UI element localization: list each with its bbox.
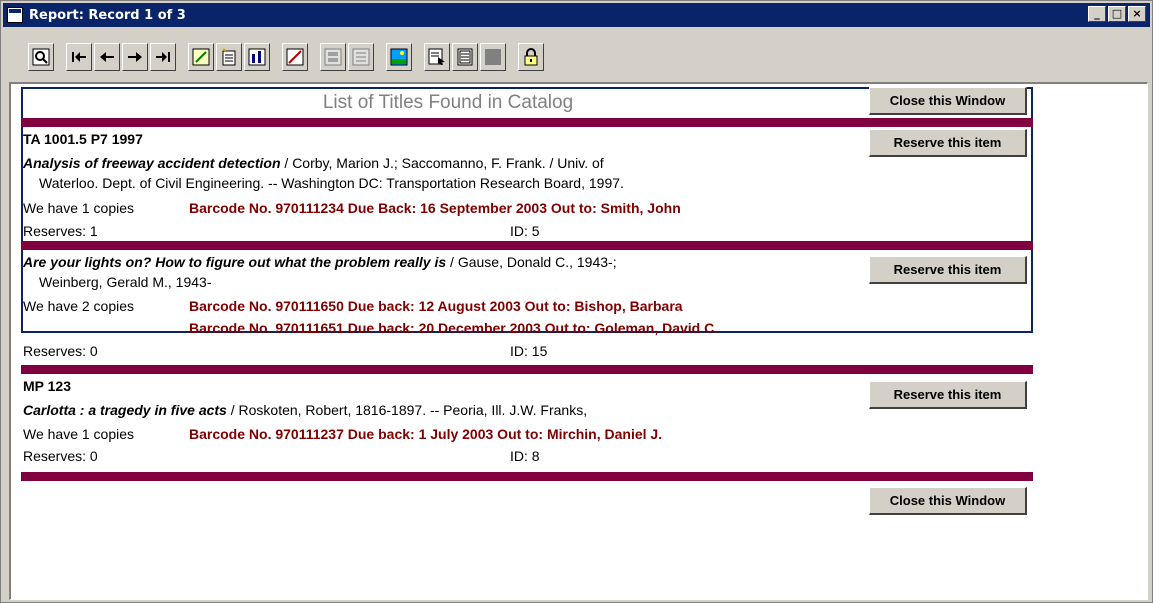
record-title: Analysis of freeway accident detection: [23, 155, 281, 171]
lock-button[interactable]: [518, 43, 544, 71]
delete-icon: [286, 48, 304, 66]
first-record-button[interactable]: [66, 43, 92, 71]
record-description-line2: Waterloo. Dept. of Civil Engineering. --…: [39, 175, 624, 191]
window-title: Report: Record 1 of 3: [29, 7, 186, 23]
new-record-button[interactable]: [216, 43, 242, 71]
maximize-button[interactable]: □: [1108, 6, 1126, 22]
list-view-button[interactable]: [452, 43, 478, 71]
report-window: Report: Record 1 of 3 _ □ × List of Titl…: [0, 0, 1153, 603]
record-id: ID: 15: [510, 343, 548, 359]
layout-view-icon: [352, 48, 370, 66]
copies-label: We have 1 copies: [23, 426, 135, 442]
barcode-line: Barcode No. 970111651 Due back: 20 Decem…: [189, 320, 719, 336]
call-number: MP 123: [23, 378, 71, 394]
title-bar[interactable]: Report: Record 1 of 3 _ □ ×: [3, 3, 1150, 27]
prev-record-button[interactable]: [94, 43, 120, 71]
record-author: / Roskoten, Robert, 1816-1897. -- Peoria…: [226, 402, 588, 418]
first-record-icon: [72, 52, 86, 62]
copies-label: We have 2 copies: [23, 298, 135, 314]
sort-icon: [248, 48, 266, 66]
blank-button[interactable]: [480, 43, 506, 71]
record-title: Are your lights on? How to figure out wh…: [23, 254, 447, 270]
close-this-window-button-bottom[interactable]: Close this Window: [869, 487, 1027, 515]
next-record-button[interactable]: [122, 43, 148, 71]
select-icon: [428, 48, 445, 65]
close-window-button[interactable]: ×: [1128, 6, 1146, 22]
record-separator: [21, 241, 1033, 250]
record-title: Carlotta : a tragedy in five acts: [23, 402, 227, 418]
zoom-button[interactable]: [28, 43, 54, 71]
barcode-line: Barcode No. 970111650 Due back: 12 Augus…: [189, 298, 683, 314]
edit-button[interactable]: [188, 43, 214, 71]
report-content: List of Titles Found in Catalog Close th…: [9, 82, 1148, 600]
copies-label: We have 1 copies: [23, 200, 135, 216]
layout-view-button[interactable]: [348, 43, 374, 71]
record-description-line1: Are your lights on? How to figure out wh…: [23, 254, 617, 270]
reserve-button-record-3[interactable]: Reserve this item: [869, 381, 1027, 409]
edit-icon: [192, 48, 210, 66]
record-id: ID: 8: [510, 448, 540, 464]
reserves-count: Reserves: 0: [23, 343, 98, 359]
record-author: / Corby, Marion J.; Saccomanno, F. Frank…: [280, 155, 604, 171]
page-title: List of Titles Found in Catalog: [322, 92, 574, 113]
record-separator: [21, 118, 1033, 127]
reserves-count: Reserves: 0: [23, 448, 98, 464]
last-record-button[interactable]: [150, 43, 176, 71]
lock-icon: [524, 48, 538, 66]
barcode-line: Barcode No. 970111234 Due Back: 16 Septe…: [189, 200, 681, 216]
delete-button[interactable]: [282, 43, 308, 71]
window-icon: [7, 7, 23, 23]
record-id: ID: 5: [510, 223, 540, 239]
image-button[interactable]: [386, 43, 412, 71]
close-this-window-button-top[interactable]: Close this Window: [869, 87, 1027, 115]
form-view-icon: [324, 48, 342, 66]
sort-button[interactable]: [244, 43, 270, 71]
reserve-button-record-1[interactable]: Reserve this item: [869, 129, 1027, 157]
record-separator: [21, 472, 1033, 481]
reserves-count: Reserves: 1: [23, 223, 98, 239]
new-icon: [222, 48, 236, 66]
form-view-button[interactable]: [320, 43, 346, 71]
barcode-line: Barcode No. 970111237 Due back: 1 July 2…: [189, 426, 663, 442]
last-record-icon: [156, 52, 170, 62]
next-record-icon: [128, 52, 142, 62]
list-view-icon: [457, 48, 473, 66]
image-icon: [390, 48, 408, 66]
select-button[interactable]: [424, 43, 450, 71]
prev-record-icon: [100, 52, 114, 62]
minimize-button[interactable]: _: [1088, 6, 1106, 22]
reserve-button-record-2[interactable]: Reserve this item: [869, 256, 1027, 284]
record-description-line1: Analysis of freeway accident detection /…: [23, 155, 604, 171]
toolbar: [28, 38, 556, 76]
record-description-line1: Carlotta : a tragedy in five acts / Rosk…: [23, 402, 587, 418]
blank-icon: [485, 49, 501, 65]
record-description-line2: Weinberg, Gerald M., 1943-: [39, 274, 212, 290]
call-number: TA 1001.5 P7 1997: [23, 131, 143, 147]
zoom-icon: [32, 48, 50, 66]
record-separator: [21, 365, 1033, 374]
record-author: / Gause, Donald C., 1943-;: [446, 254, 617, 270]
